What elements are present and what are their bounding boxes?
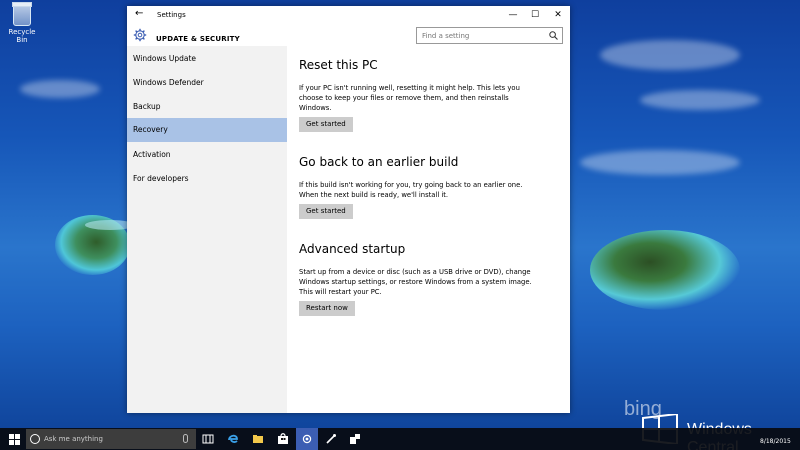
edge-browser-icon[interactable] <box>227 433 239 445</box>
sidebar: Windows Update Windows Defender Backup R… <box>127 46 287 413</box>
app-icon[interactable] <box>349 433 361 445</box>
reset-pc-description: If your PC isn't running well, resetting… <box>299 84 520 112</box>
advanced-startup-description: Start up from a device or disc (such as … <box>299 268 532 296</box>
settings-window: ← Settings — ☐ ✕ UPDATE & SECURITY Find … <box>127 6 570 413</box>
paint-brush-icon[interactable] <box>325 433 337 445</box>
recycle-bin-icon <box>12 2 32 26</box>
taskbar-settings-active[interactable] <box>296 428 318 450</box>
find-setting-search-box[interactable]: Find a setting <box>416 27 563 44</box>
taskbar-date[interactable]: 8/18/2015 <box>760 438 791 446</box>
task-view-icon[interactable] <box>202 433 214 445</box>
cortana-icon <box>30 434 40 444</box>
advanced-startup-heading: Advanced startup <box>299 242 406 256</box>
go-back-heading: Go back to an earlier build <box>299 155 459 169</box>
sidebar-item-windows-defender[interactable]: Windows Defender <box>127 71 287 95</box>
gear-icon <box>133 28 147 42</box>
recovery-content: Reset this PC If your PC isn't running w… <box>287 46 570 413</box>
title-bar[interactable]: ← Settings — ☐ ✕ <box>127 6 570 24</box>
section-title: UPDATE & SECURITY <box>156 35 240 43</box>
window-title: Settings <box>157 11 186 19</box>
sidebar-item-backup[interactable]: Backup <box>127 95 287 119</box>
close-button[interactable]: ✕ <box>546 7 570 23</box>
go-back-get-started-button[interactable]: Get started <box>299 204 353 219</box>
taskbar: Ask me anything 8/18/2015 <box>0 428 800 450</box>
search-icon[interactable] <box>549 31 558 40</box>
search-placeholder: Find a setting <box>422 32 470 40</box>
store-icon[interactable] <box>277 433 289 445</box>
minimize-button[interactable]: — <box>501 7 525 23</box>
recycle-bin-label: Recycle Bin <box>8 28 36 44</box>
settings-gear-icon <box>302 434 312 444</box>
cortana-search-box[interactable]: Ask me anything <box>26 429 196 449</box>
sidebar-item-recovery[interactable]: Recovery <box>127 118 287 142</box>
restart-now-button[interactable]: Restart now <box>299 301 355 316</box>
go-back-description: If this build isn't working for you, try… <box>299 181 523 199</box>
back-arrow-icon[interactable]: ← <box>135 9 143 19</box>
microphone-icon[interactable] <box>183 434 188 443</box>
sidebar-item-activation[interactable]: Activation <box>127 143 287 167</box>
recycle-bin-shortcut[interactable]: Recycle Bin <box>2 2 42 44</box>
sidebar-item-for-developers[interactable]: For developers <box>127 167 287 191</box>
cortana-search-placeholder: Ask me anything <box>44 435 103 443</box>
windows-start-icon[interactable] <box>9 434 20 445</box>
reset-get-started-button[interactable]: Get started <box>299 117 353 132</box>
maximize-button[interactable]: ☐ <box>523 7 547 23</box>
file-explorer-icon[interactable] <box>252 433 264 445</box>
reset-pc-heading: Reset this PC <box>299 58 378 72</box>
sidebar-item-windows-update[interactable]: Windows Update <box>127 47 287 71</box>
